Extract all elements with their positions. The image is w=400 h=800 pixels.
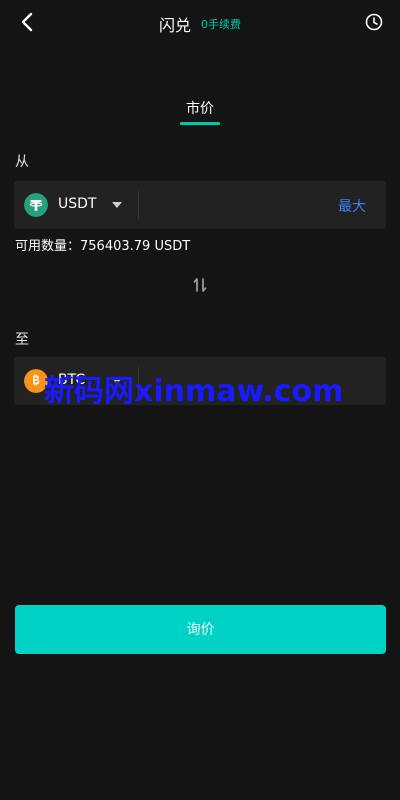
max-button[interactable]: 最大 [338, 196, 366, 216]
from-amount-input[interactable] [148, 181, 332, 231]
header: 闪兑 0手续费 [0, 0, 400, 48]
to-label: 至 [15, 332, 29, 348]
flash-exchange-page: 闪兑 0手续费 市价 从 USDT 最大 可用数量：756403.79 USDT… [0, 0, 400, 800]
title-group: 闪兑 0手续费 [0, 12, 400, 36]
to-coin-select[interactable]: BTC [14, 357, 138, 405]
tether-icon [24, 193, 48, 217]
clock-icon [365, 13, 383, 31]
row-divider [138, 367, 139, 395]
fee-note: 0手续费 [201, 18, 241, 31]
tab-bar: 市价 [0, 98, 400, 125]
from-coin-name: USDT [58, 196, 97, 212]
to-coin-name: BTC [58, 372, 86, 388]
swap-arrows-icon [193, 278, 207, 292]
quote-button[interactable]: 询价 [15, 605, 386, 654]
from-label: 从 [15, 154, 29, 170]
available-balance: 可用数量：756403.79 USDT [15, 235, 190, 254]
row-divider [138, 191, 139, 219]
caret-down-icon [112, 378, 122, 384]
tab-active-indicator [180, 122, 220, 125]
page-title: 闪兑 [158, 16, 191, 35]
history-button[interactable] [364, 12, 384, 32]
bitcoin-icon [24, 369, 48, 393]
swap-button[interactable] [191, 276, 209, 294]
available-value: 756403.79 USDT [80, 239, 191, 254]
caret-down-icon [112, 202, 122, 208]
available-label: 可用数量： [15, 239, 81, 254]
to-amount-input[interactable] [148, 357, 332, 407]
tab-market-price[interactable]: 市价 [186, 98, 214, 124]
to-row: BTC [14, 357, 386, 407]
from-coin-select[interactable]: USDT [14, 181, 138, 229]
from-row: USDT 最大 [14, 181, 386, 231]
